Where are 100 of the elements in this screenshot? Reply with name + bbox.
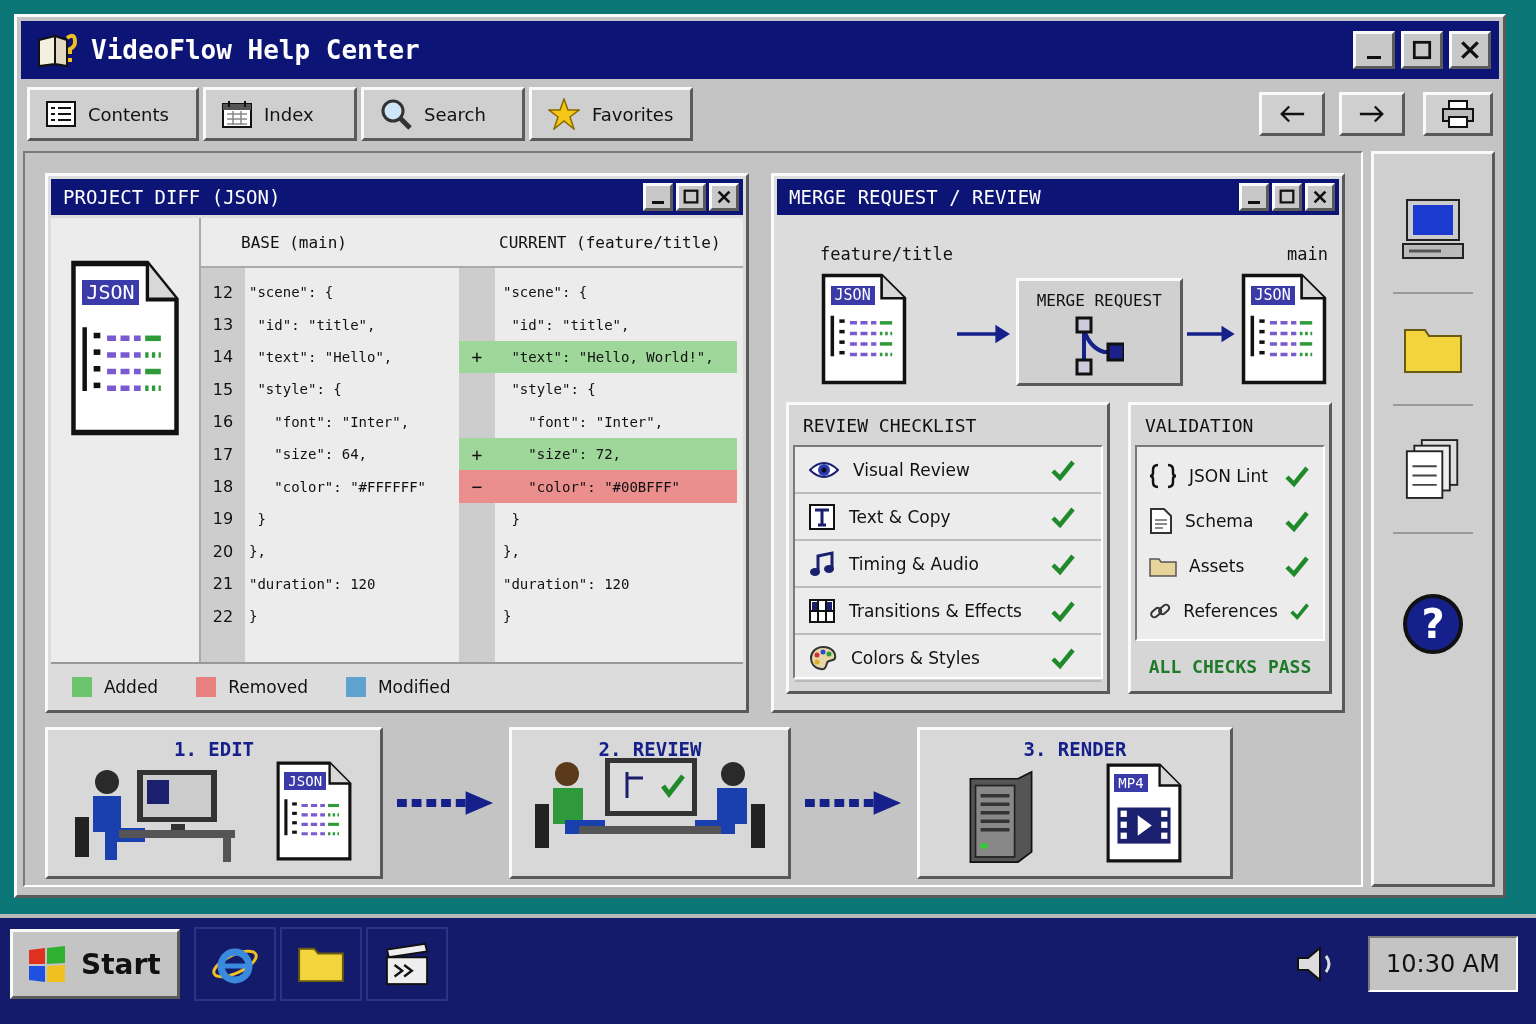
close-icon	[1311, 188, 1329, 206]
search-icon	[380, 98, 412, 130]
close-button[interactable]	[709, 183, 739, 211]
print-button[interactable]	[1423, 92, 1493, 136]
close-icon	[1459, 39, 1481, 61]
code-line: "scene": {	[502, 283, 589, 303]
arrow-icon	[957, 322, 1012, 346]
maximize-icon	[682, 188, 700, 206]
legend-label: Added	[104, 677, 159, 697]
diff-marker: −	[459, 470, 495, 503]
code-line: "style": {	[510, 380, 597, 400]
minimize-button[interactable]	[1239, 183, 1269, 211]
step-label: 2. REVIEW	[598, 738, 702, 760]
close-icon	[715, 188, 733, 206]
documents-icon[interactable]	[1405, 436, 1461, 502]
code-line: "font": "Inter",	[273, 412, 411, 432]
text-icon	[809, 503, 835, 530]
code-line: "text": "Hello",	[256, 347, 394, 367]
code-line: },	[248, 542, 267, 562]
computer-icon[interactable]	[1401, 198, 1465, 262]
panel-title: MERGE REQUEST / REVIEW	[789, 186, 1041, 208]
minimize-icon	[1367, 55, 1381, 59]
branch-label: main	[1287, 244, 1328, 264]
panel-title: PROJECT DIFF (JSON)	[63, 186, 281, 208]
toolbar-tab[interactable]: Favorites	[529, 87, 693, 141]
checklist-item: Colors & Styles	[851, 647, 981, 668]
checklist-item: Timing & Audio	[849, 553, 980, 574]
toolbar-tab[interactable]: Contents	[27, 87, 199, 141]
maximize-button[interactable]	[676, 183, 706, 211]
close-button[interactable]	[1449, 31, 1491, 69]
line-number: 14	[211, 347, 235, 367]
media-button[interactable]	[366, 927, 448, 1001]
line-number: 13	[211, 315, 235, 335]
start-button[interactable]: Start	[10, 929, 180, 999]
toolbar-tab[interactable]: Index	[203, 87, 357, 141]
folder-icon	[297, 945, 345, 983]
line-number: 16	[211, 412, 235, 432]
code-line: "style": {	[256, 380, 343, 400]
forward-button[interactable]	[1339, 92, 1405, 136]
minimize-icon	[1248, 200, 1260, 204]
line-number: 20	[211, 541, 235, 561]
column-header: BASE (main)	[240, 232, 348, 252]
step-label: 1. EDIT	[173, 738, 255, 760]
code-line: }	[502, 607, 513, 627]
diff-marker: +	[459, 437, 495, 471]
toolbar-tab[interactable]: Search	[361, 87, 525, 141]
section-title: REVIEW CHECKLIST	[802, 413, 978, 438]
status-message: ALL CHECKS PASS	[1147, 654, 1313, 679]
maximize-button[interactable]	[1401, 31, 1443, 69]
video-file-icon	[1105, 762, 1183, 864]
right-arrow-icon	[1358, 104, 1386, 124]
line-number: 15	[211, 379, 235, 399]
json-file-icon	[69, 258, 181, 438]
minimize-button[interactable]	[643, 183, 673, 211]
maximize-icon	[1411, 39, 1433, 61]
code-line: "font": "Inter",	[527, 412, 665, 432]
checklist-item: Transitions & Effects	[849, 600, 1023, 621]
code-line: "id": "title",	[510, 315, 631, 335]
palette-icon	[809, 644, 837, 671]
close-button[interactable]	[1305, 183, 1335, 211]
browser-button[interactable]	[194, 927, 276, 1001]
code-line: },	[502, 542, 521, 562]
window-title: VideoFlow Help Center	[91, 35, 420, 65]
printer-icon	[1441, 99, 1475, 129]
validation-item: Schema	[1185, 510, 1255, 531]
file-type-badge: JSON	[82, 279, 139, 305]
line-number: 12	[211, 282, 235, 302]
music-note-icon	[809, 550, 835, 577]
list-icon	[46, 101, 76, 127]
line-number: 21	[211, 574, 235, 594]
minimize-button[interactable]	[1353, 31, 1395, 69]
back-button[interactable]	[1259, 92, 1325, 136]
server-tower-icon	[967, 770, 1035, 864]
clapperboard-icon	[383, 942, 431, 986]
validation-item: References	[1183, 600, 1278, 621]
maximize-icon	[1278, 188, 1296, 206]
document-icon	[1149, 506, 1173, 535]
merge-request-label: MERGE REQUEST	[1036, 291, 1162, 310]
minimize-icon	[652, 200, 664, 204]
legend-label: Modified	[377, 677, 451, 697]
legend-label: Removed	[228, 677, 308, 697]
checklist-item: Visual Review	[853, 459, 971, 480]
star-icon	[548, 98, 580, 130]
branch-merge-icon	[1074, 316, 1125, 376]
left-arrow-icon	[1278, 104, 1306, 124]
column-header: CURRENT (feature/title)	[498, 232, 721, 252]
help-book-icon	[37, 32, 77, 68]
json-file-icon	[1240, 272, 1328, 386]
eye-icon	[809, 459, 839, 480]
line-number: 22	[211, 606, 235, 626]
line-number: 17	[211, 444, 235, 464]
code-line: }	[510, 509, 521, 529]
file-type-badge: MP4	[1114, 774, 1148, 793]
section-title: VALIDATION	[1144, 413, 1255, 438]
code-line: "scene": {	[248, 283, 335, 303]
maximize-button[interactable]	[1272, 183, 1302, 211]
folder-button[interactable]	[280, 927, 362, 1001]
diff-marker: +	[459, 340, 495, 374]
grid-icon	[809, 598, 835, 623]
help-button[interactable]: ?	[1403, 594, 1463, 654]
